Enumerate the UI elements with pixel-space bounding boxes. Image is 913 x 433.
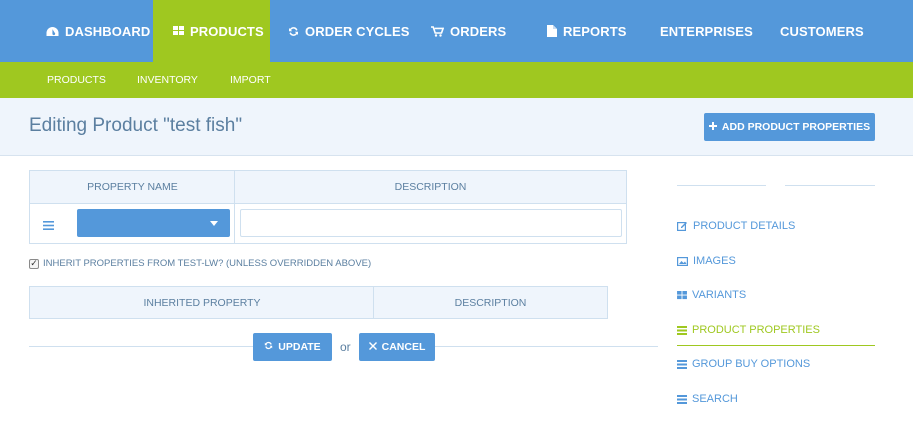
plus-icon bbox=[708, 121, 717, 133]
sidebar-item-images[interactable]: IMAGES bbox=[677, 252, 736, 270]
nav-dashboard-label: DASHBOARD bbox=[65, 23, 151, 39]
image-icon bbox=[677, 256, 688, 266]
nav-products-label: PRODUCTS bbox=[190, 23, 264, 39]
refresh-icon bbox=[264, 341, 273, 353]
table-header-divider bbox=[30, 203, 626, 204]
sidebar-item-label: PRODUCT PROPERTIES bbox=[692, 324, 820, 336]
sidebar-item-product-properties[interactable]: PRODUCT PROPERTIES bbox=[677, 321, 820, 339]
dashboard-icon bbox=[46, 26, 59, 37]
description-header: DESCRIPTION bbox=[235, 171, 626, 203]
cancel-button[interactable]: CANCEL bbox=[359, 333, 435, 361]
sidebar-item-group-buy-options[interactable]: GROUP BUY OPTIONS bbox=[677, 355, 810, 373]
nav-order-cycles[interactable]: ORDER CYCLES bbox=[288, 0, 410, 62]
inherit-properties-checkbox[interactable]: ✓ bbox=[29, 258, 39, 269]
cart-icon bbox=[431, 25, 444, 37]
grid-icon bbox=[173, 26, 184, 36]
nav-order-cycles-label: ORDER CYCLES bbox=[305, 23, 410, 39]
cancel-label: CANCEL bbox=[381, 341, 426, 353]
list-icon bbox=[677, 359, 687, 369]
sidebar-tab-rule-right bbox=[785, 185, 875, 186]
description-input[interactable] bbox=[240, 209, 622, 237]
inherited-column-divider bbox=[373, 287, 374, 318]
inherited-description-header: DESCRIPTION bbox=[374, 287, 607, 318]
nav-reports-label: REPORTS bbox=[563, 23, 627, 39]
nav-customers-label: CUSTOMERS bbox=[780, 23, 864, 39]
nav-orders[interactable]: ORDERS bbox=[431, 0, 506, 62]
nav-orders-label: ORDERS bbox=[450, 23, 507, 39]
page-title: Editing Product "test fish" bbox=[29, 115, 243, 136]
edit-icon bbox=[677, 221, 688, 231]
actions-left-rule bbox=[29, 346, 253, 347]
list-icon bbox=[677, 325, 687, 335]
add-product-properties-label: ADD PRODUCT PROPERTIES bbox=[721, 121, 871, 133]
sidebar-item-label: GROUP BUY OPTIONS bbox=[692, 358, 811, 370]
property-name-header: PROPERTY NAME bbox=[30, 171, 235, 203]
nav-enterprises-label: ENTERPRISES bbox=[660, 23, 753, 39]
refresh-icon bbox=[288, 26, 299, 37]
sidebar-tab-rule-left bbox=[677, 185, 766, 186]
nav-enterprises[interactable]: ENTERPRISES bbox=[660, 0, 753, 62]
sidebar-item-product-details[interactable]: PRODUCT DETAILS bbox=[677, 217, 795, 235]
sidebar-item-variants[interactable]: VARIANTS bbox=[677, 286, 746, 304]
inherited-properties-table: INHERITED PROPERTY DESCRIPTION bbox=[29, 286, 608, 319]
subnav-products[interactable]: PRODUCTS bbox=[47, 62, 106, 98]
sidebar-item-label: IMAGES bbox=[693, 255, 736, 267]
nav-dashboard[interactable]: DASHBOARD bbox=[46, 0, 150, 62]
update-label: UPDATE bbox=[278, 341, 321, 353]
document-icon bbox=[547, 25, 557, 37]
sidebar-item-search[interactable]: SEARCH bbox=[677, 390, 738, 408]
update-button[interactable]: UPDATE bbox=[253, 333, 332, 361]
subnav-import[interactable]: IMPORT bbox=[230, 62, 271, 98]
inherited-property-header: INHERITED PROPERTY bbox=[30, 287, 374, 318]
property-name-select[interactable] bbox=[77, 209, 230, 237]
actions-right-rule bbox=[435, 346, 658, 347]
nav-products[interactable]: PRODUCTS bbox=[153, 0, 270, 62]
list-icon bbox=[677, 394, 687, 404]
or-separator: or bbox=[340, 340, 351, 354]
inherit-properties-label: INHERIT PROPERTIES FROM TEST-LW? (UNLESS… bbox=[43, 258, 372, 269]
drag-handle-icon[interactable] bbox=[43, 217, 54, 235]
nav-reports[interactable]: REPORTS bbox=[547, 0, 627, 62]
sidebar-item-label: PRODUCT DETAILS bbox=[693, 220, 796, 232]
active-sidebar-underline bbox=[677, 345, 875, 346]
add-product-properties-button[interactable]: ADD PRODUCT PROPERTIES bbox=[704, 113, 875, 141]
sidebar-item-label: VARIANTS bbox=[692, 289, 747, 301]
grid-icon bbox=[677, 290, 687, 300]
table-column-divider bbox=[234, 171, 235, 243]
sub-navigation: PRODUCTS INVENTORY IMPORT bbox=[0, 62, 913, 98]
close-icon bbox=[368, 341, 377, 353]
chevron-down-icon bbox=[210, 221, 218, 226]
nav-customers[interactable]: CUSTOMERS bbox=[780, 0, 864, 62]
inherit-properties-row: ✓ INHERIT PROPERTIES FROM TEST-LW? (UNLE… bbox=[29, 258, 371, 269]
top-navigation: DASHBOARD PRODUCTS ORDER CYCLES ORDERS R… bbox=[0, 0, 913, 62]
sidebar-item-label: SEARCH bbox=[692, 393, 738, 405]
subnav-inventory[interactable]: INVENTORY bbox=[137, 62, 198, 98]
